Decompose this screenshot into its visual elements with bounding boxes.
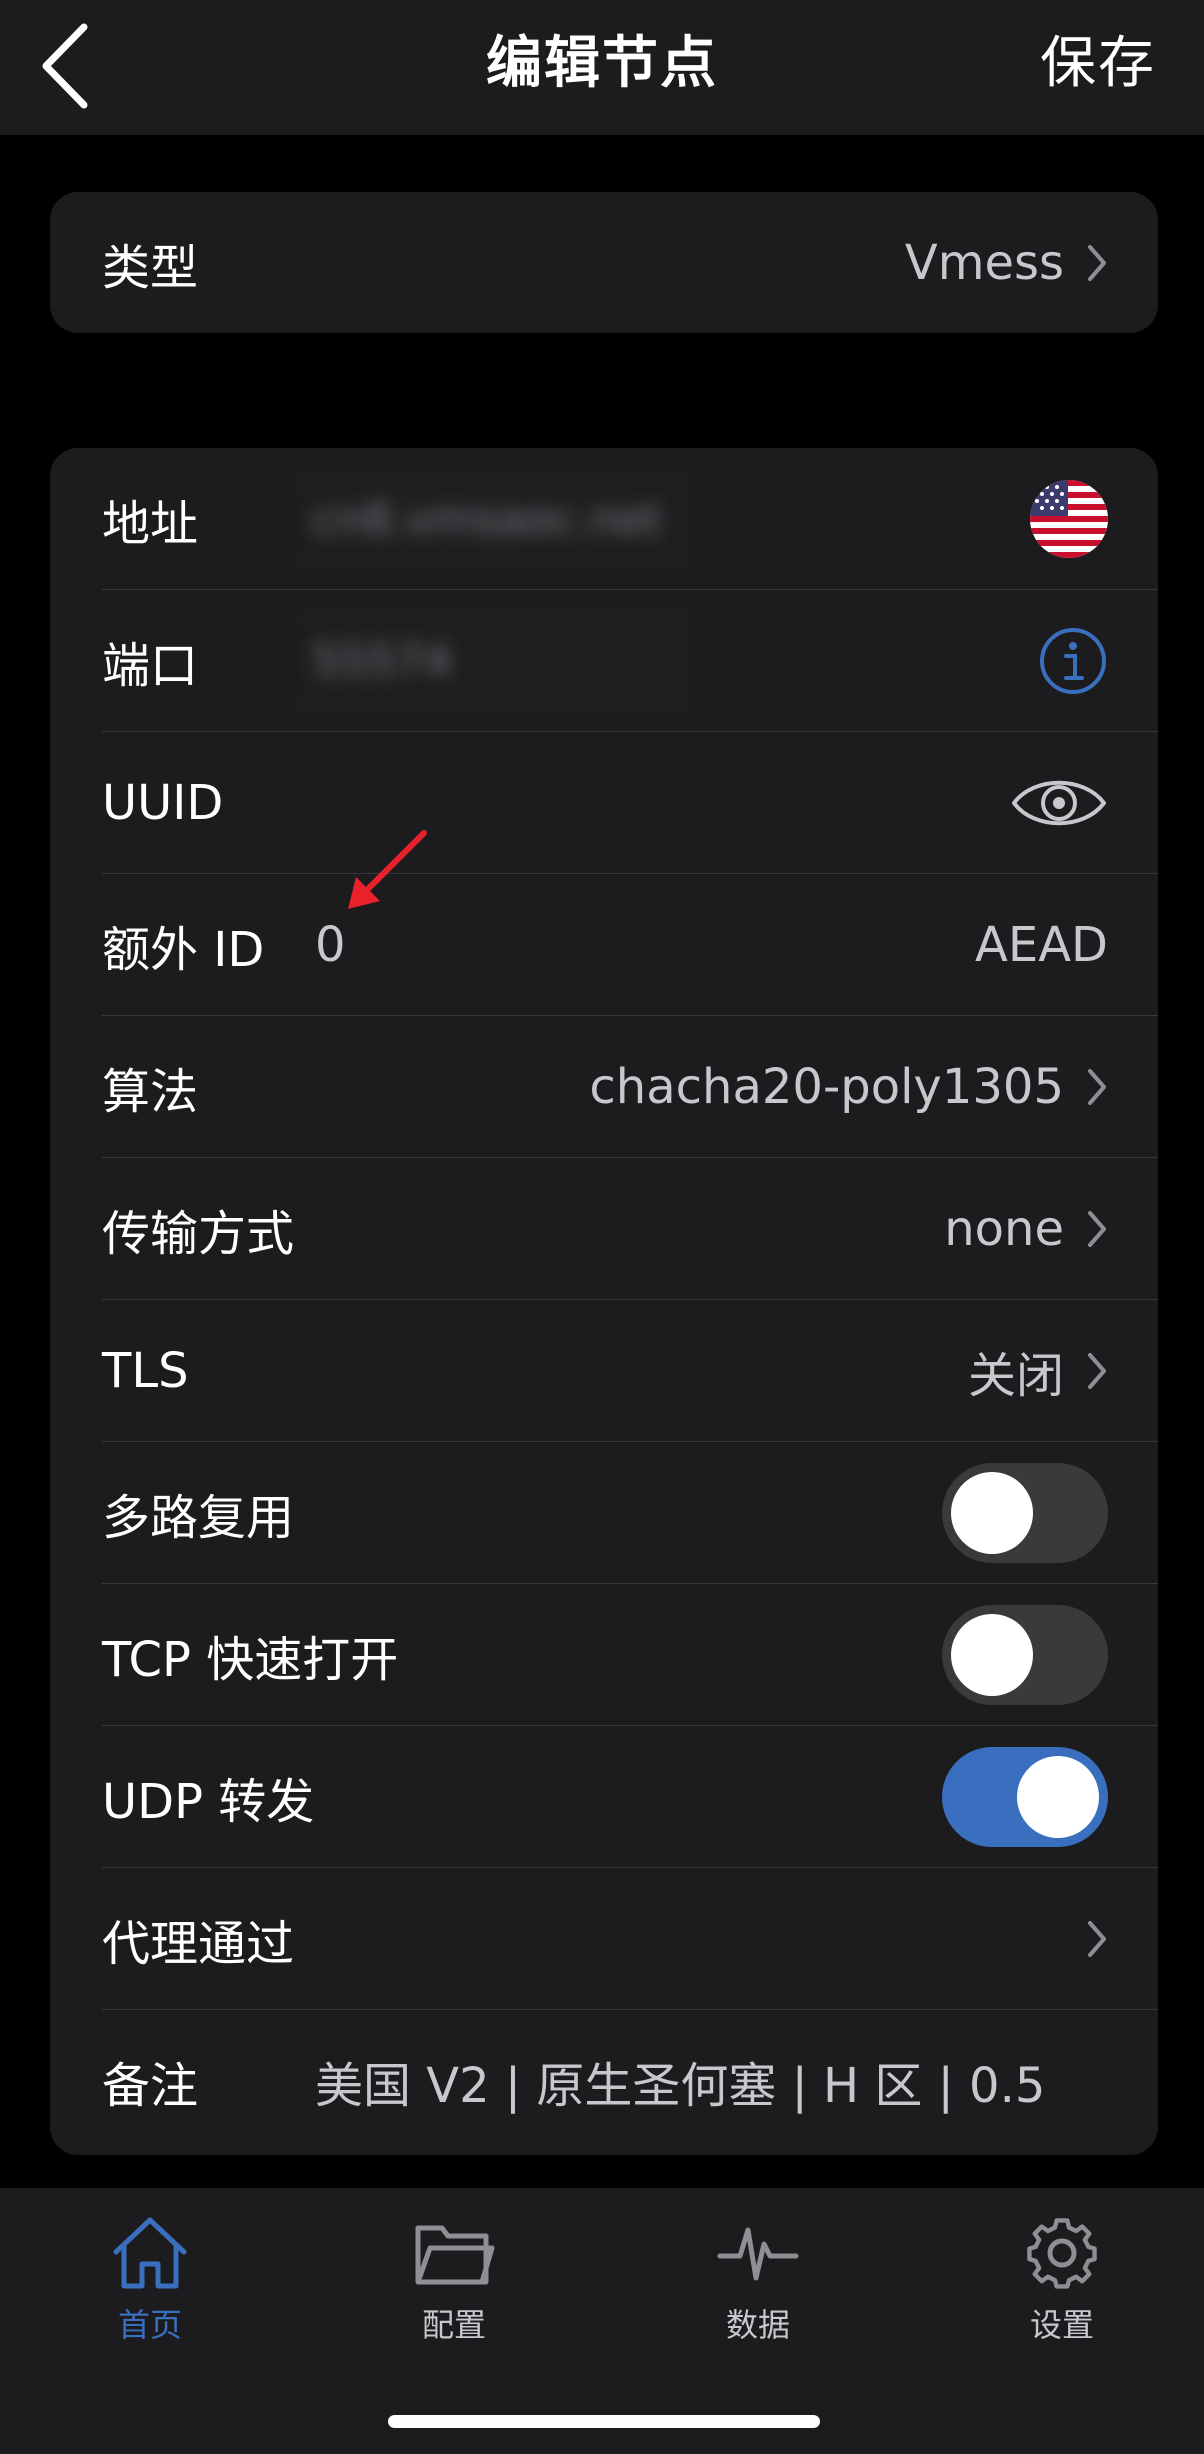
udp-relay-toggle[interactable] [942,1747,1108,1847]
mux-label: 多路复用 [102,1490,295,1546]
address-row: 地址 cn8.vmsaoc.net [50,448,1158,590]
chevron-right-icon [1088,1921,1106,1957]
address-label: 地址 [102,496,199,552]
mux-toggle[interactable] [942,1463,1108,1563]
tab-home-label: 首页 [117,2306,182,2344]
type-value: Vmess [904,234,1064,291]
alter-id-input[interactable]: 0 [315,917,346,973]
toggle-knob [951,1614,1033,1696]
port-input[interactable]: 55574 [312,636,452,687]
gear-icon [1027,2218,1097,2289]
remark-input[interactable]: 美国 V2 | 原生圣何塞 | H 区 | 0.5 [315,2046,1045,2116]
home-indicator[interactable] [388,2415,820,2428]
activity-icon [717,2227,799,2281]
toggle-knob [951,1472,1033,1554]
tls-value: 关闭 [967,1348,1064,1404]
toggle-knob [1017,1756,1099,1838]
transport-value: none [944,1201,1064,1257]
algorithm-value: chacha20-poly1305 [589,1059,1064,1115]
tcp-fast-open-row: TCP 快速打开 [50,1584,1158,1726]
address-input[interactable]: cn8.vmsaoc.net [312,494,662,545]
mux-row: 多路复用 [50,1442,1158,1584]
remark-row: 备注 美国 V2 | 原生圣何塞 | H 区 | 0.5 [50,2010,1158,2152]
alter-id-label: 额外 ID [102,922,265,978]
port-row: 端口 55574 [50,590,1158,732]
page-title: 编辑节点 [486,31,718,96]
annotation-arrow-icon [348,830,427,909]
port-label: 端口 [102,638,199,694]
tls-label: TLS [102,1343,189,1399]
node-settings-card: 地址 cn8.vmsaoc.net 端口 55574 UUID 额外 ID 0 … [50,448,1158,2155]
udp-relay-label: UDP 转发 [102,1774,315,1830]
type-card: 类型 Vmess [50,192,1158,333]
chevron-right-icon [1088,1353,1106,1389]
tab-config-label: 配置 [421,2306,486,2344]
algorithm-label: 算法 [102,1064,199,1120]
eye-icon[interactable] [1010,772,1108,834]
proxy-via-label: 代理通过 [102,1916,295,1972]
tab-settings-label: 设置 [1029,2306,1094,2344]
chevron-right-icon [1088,1069,1106,1105]
tab-settings[interactable]: 设置 [972,2214,1152,2346]
transport-label: 传输方式 [102,1206,295,1262]
uuid-row[interactable]: UUID [50,732,1158,874]
alter-id-row: 额外 ID 0 AEAD [50,874,1158,1016]
algorithm-row[interactable]: 算法 chacha20-poly1305 [50,1016,1158,1158]
tls-row[interactable]: TLS 关闭 [50,1300,1158,1442]
udp-relay-row: UDP 转发 [50,1726,1158,1868]
info-icon[interactable] [1038,626,1108,696]
nav-bar: 编辑节点 保存 [0,0,1204,135]
tcp-fast-open-toggle[interactable] [942,1605,1108,1705]
proxy-via-row[interactable]: 代理通过 [50,1868,1158,2010]
tab-home[interactable]: 首页 [60,2214,240,2346]
folder-icon [415,2225,495,2285]
type-row[interactable]: 类型 Vmess [50,192,1158,333]
tcp-fast-open-label: TCP 快速打开 [102,1632,399,1688]
tab-data-label: 数据 [725,2306,790,2344]
uuid-label: UUID [102,775,224,831]
remark-label: 备注 [102,2058,199,2114]
chevron-right-icon [1088,1211,1106,1247]
aead-label: AEAD [975,917,1108,973]
tab-config[interactable]: 配置 [364,2214,544,2346]
us-flag-icon[interactable] [1030,480,1108,558]
home-icon [113,2217,187,2289]
transport-row[interactable]: 传输方式 none [50,1158,1158,1300]
chevron-right-icon [1088,244,1106,281]
tab-data[interactable]: 数据 [668,2214,848,2346]
type-label: 类型 [102,239,199,296]
save-button[interactable]: 保存 [1040,0,1156,128]
